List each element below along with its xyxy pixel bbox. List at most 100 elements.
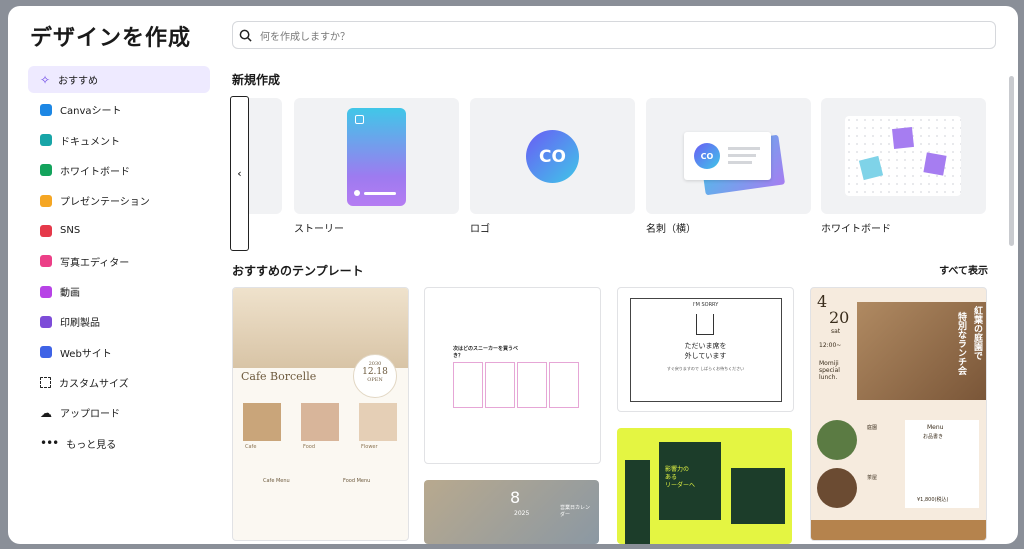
template-calendar[interactable]: 8 2025 営業日カレンダー <box>424 480 599 544</box>
lunch-footer <box>811 520 986 540</box>
sidebar-item-recommended[interactable]: ✧ おすすめ <box>28 66 210 93</box>
upload-icon: ☁ <box>40 405 52 420</box>
lunch-price: ¥1,800(税込) <box>917 497 949 503</box>
leader-panel: 影響力の ある リーダーへ <box>659 442 721 520</box>
cafe-label-2: Food <box>303 444 315 450</box>
leader-panel <box>731 468 785 524</box>
card-line <box>728 154 756 157</box>
cafe-open: OPEN <box>367 377 383 383</box>
sidebar-item-more[interactable]: ••• もっと見る <box>28 430 210 457</box>
sidebar-item-photo-editor[interactable]: 写真エディター <box>28 248 210 275</box>
search-icon <box>239 29 252 42</box>
sidebar-item-whiteboard[interactable]: ホワイトボード <box>28 157 210 184</box>
cafe-photo-3 <box>359 403 397 441</box>
sidebar-item-video[interactable]: 動画 <box>28 278 210 305</box>
collapse-button[interactable]: ‹ <box>230 96 249 251</box>
lunch-tea: 茶屋 <box>867 475 878 481</box>
sidebar-item-label: 動画 <box>60 288 80 300</box>
sidebar-item-presentation[interactable]: プレゼンテーション <box>28 187 210 214</box>
lunch-dow: sat <box>831 328 841 335</box>
dialog-title: デザインを作成 <box>30 26 192 51</box>
template-sorry[interactable]: I'M SORRY ただいま席を 外しています すぐ戻りますので しばらくお待ち… <box>617 287 794 412</box>
sidebar-item-label: おすすめ <box>58 76 99 87</box>
cafe-date-badge: 2030 12.18 OPEN <box>353 354 397 398</box>
sticky-note <box>923 152 947 176</box>
sidebar-item-label: アップロード <box>60 409 120 421</box>
template-lunch[interactable]: 4 20 sat 12:00~ Momiji special lunch. 紅葉… <box>810 287 987 541</box>
lunch-menu: Menu <box>927 424 944 431</box>
leader-line3: リーダーへ <box>665 482 696 489</box>
sidebar-item-label: Canvaシート <box>60 106 122 118</box>
lunch-tea-photo <box>817 468 857 508</box>
chair-icon <box>696 314 714 335</box>
sidebar-item-label: 写真エディター <box>60 257 130 269</box>
sticky-note <box>892 127 914 149</box>
sparkle-icon: ✧ <box>40 72 51 87</box>
calendar-year: 2025 <box>514 510 530 517</box>
card-line <box>728 147 760 150</box>
lunch-menu-sub: お品書き <box>923 434 944 440</box>
template-leader[interactable]: 影響力の ある リーダーへ <box>617 428 792 544</box>
cafe-label-1: Cafe <box>245 444 257 450</box>
sidebar-item-label: 印刷製品 <box>60 318 100 330</box>
calendar-number: 8 <box>510 488 521 507</box>
logo-thumbnail: CO <box>526 130 579 183</box>
search-bar[interactable]: 何を作成しますか？ <box>232 21 996 49</box>
more-icon: ••• <box>40 436 59 451</box>
new-card-logo[interactable]: CO <box>470 98 635 214</box>
cafe-menu-1: Cafe Menu <box>263 478 290 484</box>
lunch-day: 20 <box>829 308 850 327</box>
sidebar-item-docs[interactable]: ドキュメント <box>28 127 210 154</box>
sidebar-item-label: SNS <box>60 225 81 237</box>
new-card-whiteboard[interactable] <box>821 98 986 214</box>
new-card-story[interactable] <box>294 98 459 214</box>
lunch-title-1: 紅葉の庭園で <box>972 306 982 360</box>
new-card-business-card-label: 名刺（横） <box>646 224 696 235</box>
cafe-label-3: Flower <box>361 444 378 450</box>
sidebar-item-label: プレゼンテーション <box>60 197 150 209</box>
sidebar-item-custom-size[interactable]: カスタムサイズ <box>28 369 210 396</box>
sidebar-item-upload[interactable]: ☁ アップロード <box>28 399 210 426</box>
sidebar-item-print[interactable]: 印刷製品 <box>28 308 210 335</box>
sneaker-col <box>485 362 515 408</box>
story-bar <box>364 192 396 195</box>
template-cafe[interactable]: Cafe Borcelle 2030 12.18 OPEN Cafe Food … <box>232 287 409 541</box>
lunch-court-photo <box>817 420 857 460</box>
sidebar: ✧ おすすめ Canvaシート ドキュメント ホワイトボード プレゼンテーション… <box>28 66 210 460</box>
sneaker-col <box>453 362 483 408</box>
sidebar-item-label: ドキュメント <box>60 136 120 148</box>
web-icon <box>40 346 52 359</box>
cafe-name: Cafe Borcelle <box>241 370 317 383</box>
sidebar-item-website[interactable]: Webサイト <box>28 339 210 366</box>
sidebar-item-label: Webサイト <box>60 348 112 360</box>
lunch-title-2: 特別なランチ会 <box>956 312 966 375</box>
new-card-logo-label: ロゴ <box>470 224 490 235</box>
lunch-time: 12:00~ <box>819 342 842 349</box>
custom-size-icon <box>40 376 51 388</box>
new-card-whiteboard-label: ホワイトボード <box>821 224 891 235</box>
search-input[interactable]: 何を作成しますか？ <box>260 28 350 43</box>
sidebar-item-sheets[interactable]: Canvaシート <box>28 96 210 123</box>
whiteboard-thumbnail <box>845 116 961 196</box>
cafe-menu-2: Food Menu <box>343 478 371 484</box>
cafe-date: 12.18 <box>362 367 388 377</box>
chevron-left-icon: ‹ <box>237 167 242 180</box>
sidebar-item-sns[interactable]: SNS <box>28 217 210 244</box>
sheet-icon <box>40 103 52 116</box>
cafe-photo-1 <box>243 403 281 441</box>
sorry-line1: ただいま席を <box>684 342 727 350</box>
whiteboard-icon <box>40 164 52 177</box>
presentation-icon <box>40 194 52 207</box>
new-card-business-card[interactable]: CO <box>646 98 811 214</box>
see-all-link[interactable]: すべて表示 <box>939 262 988 277</box>
templates-section-title: おすすめのテンプレート <box>232 264 364 278</box>
scrollbar[interactable] <box>1009 76 1014 246</box>
card-logo: CO <box>694 143 720 169</box>
template-sneaker[interactable]: 次はどのスニーカーを買うべき？ <box>424 287 601 464</box>
cafe-photo-2 <box>301 403 339 441</box>
sidebar-item-label: もっと見る <box>66 439 117 451</box>
sorry-line2: 外しています <box>684 352 727 360</box>
new-card-story-label: ストーリー <box>294 224 344 235</box>
sidebar-item-label: カスタムサイズ <box>59 378 129 390</box>
heart-icon <box>40 224 52 237</box>
